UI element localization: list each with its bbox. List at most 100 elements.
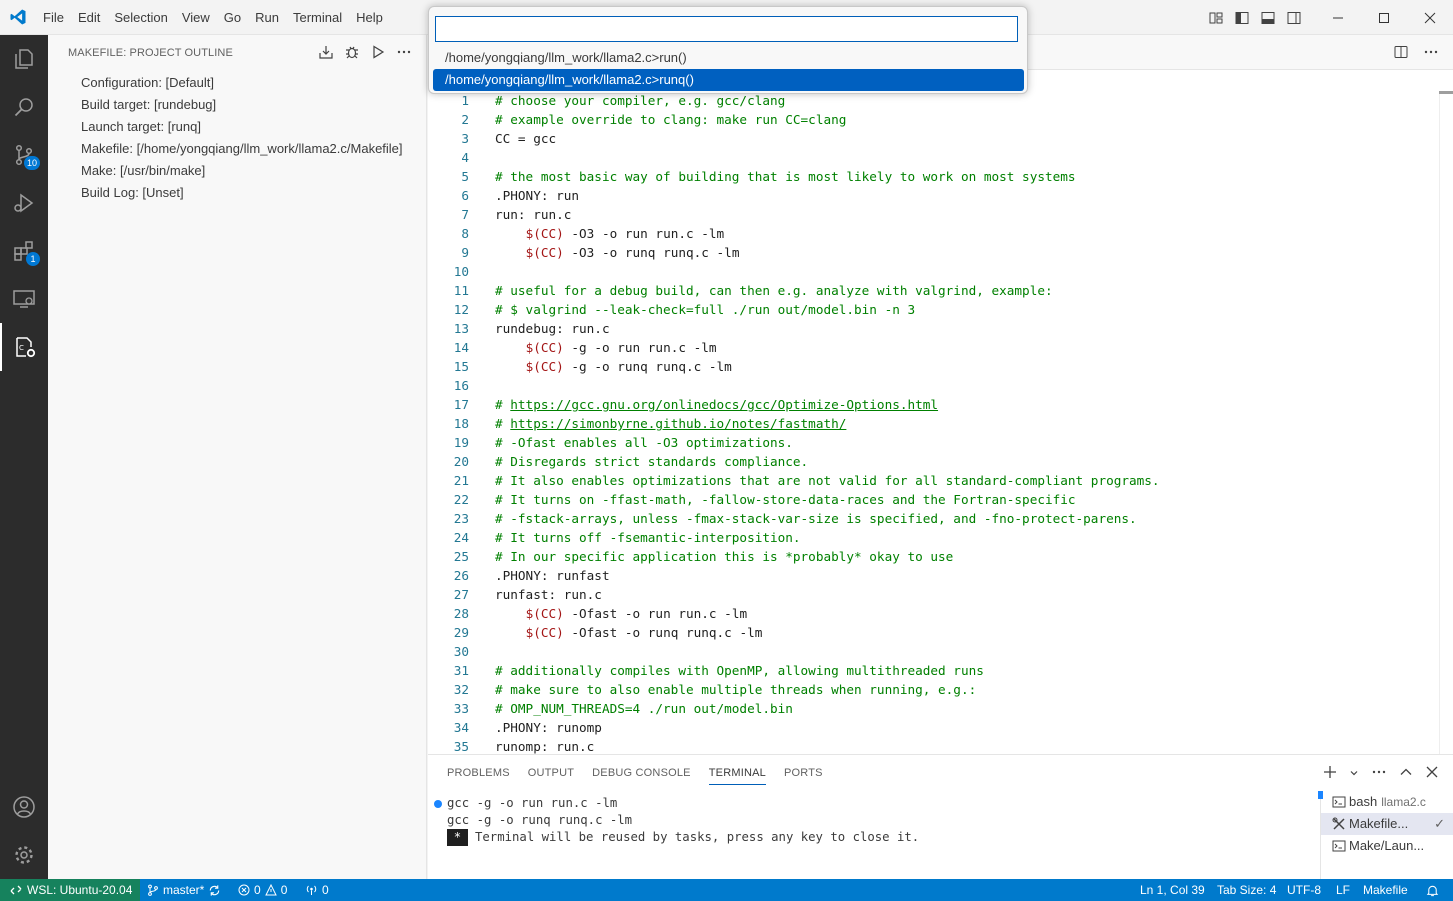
terminal-tab-makefile[interactable]: Makefile... ✓ [1321,813,1453,835]
code-line[interactable]: 26 .PHONY: runfast [428,566,1438,585]
menu-terminal[interactable]: Terminal [286,0,349,35]
makefile-tools-icon[interactable]: C [0,323,48,371]
build-icon[interactable] [318,43,334,61]
remote-explorer-icon[interactable] [0,275,48,323]
code-link[interactable]: https://simonbyrne.github.io/notes/fastm… [510,416,846,431]
code-line[interactable]: 20 # Disregards strict standards complian… [428,452,1438,471]
code-line[interactable]: 9 $(CC) -O3 -o runq runq.c -lm [428,243,1438,262]
close-panel-icon[interactable] [1425,765,1439,782]
outline-configuration[interactable]: Configuration: [Default] [48,72,426,94]
outline-launch-target[interactable]: Launch target: [runq] [48,116,426,138]
code-line[interactable]: 29 $(CC) -Ofast -o runq runq.c -lm [428,623,1438,642]
terminal-tab-make-launch[interactable]: Make/Laun... [1321,835,1453,857]
code-line[interactable]: 16 [428,376,1438,395]
chevron-down-icon[interactable] [1349,766,1359,781]
run-play-icon[interactable] [370,43,386,61]
debug-bug-icon[interactable] [344,43,360,61]
code-line[interactable]: 8 $(CC) -O3 -o run run.c -lm [428,224,1438,243]
code-link[interactable]: https://gcc.gnu.org/onlinedocs/gcc/Optim… [510,397,938,412]
terminal-output[interactable]: gcc -g -o run run.c -lm gcc -g -o runq r… [432,795,1312,846]
quick-pick-item-run[interactable]: /home/yongqiang/llm_work/llama2.c>run() [433,47,1024,69]
tab-problems[interactable]: PROBLEMS [438,755,519,791]
tab-output[interactable]: OUTPUT [519,755,583,791]
code-line[interactable]: 32 # make sure to also enable multiple th… [428,680,1438,699]
outline-makefile[interactable]: Makefile: [/home/yongqiang/llm_work/llam… [48,138,426,160]
menu-view[interactable]: View [175,0,217,35]
new-terminal-icon[interactable] [1323,765,1337,782]
code-line[interactable]: 30 [428,642,1438,661]
menu-go[interactable]: Go [217,0,248,35]
code-line[interactable]: 33 # OMP_NUM_THREADS=4 ./run out/model.bi… [428,699,1438,718]
menu-selection[interactable]: Selection [107,0,174,35]
customize-layout-icon[interactable] [1207,9,1225,27]
remote-indicator[interactable]: WSL: Ubuntu-20.04 [0,879,140,901]
code-line[interactable]: 14 $(CC) -g -o run run.c -lm [428,338,1438,357]
code-line[interactable]: 31 # additionally compiles with OpenMP, a… [428,661,1438,680]
code-line[interactable]: 34 .PHONY: runomp [428,718,1438,737]
branch-indicator[interactable]: master* [147,879,221,901]
ports-indicator[interactable]: 0 [305,879,329,901]
cursor-position[interactable]: Ln 1, Col 39 [1140,879,1205,901]
toggle-panel-icon[interactable] [1259,9,1277,27]
code-line[interactable]: 15 $(CC) -g -o runq runq.c -lm [428,357,1438,376]
notifications-bell-icon[interactable] [1426,879,1439,901]
menu-edit[interactable]: Edit [71,0,107,35]
outline-make[interactable]: Make: [/usr/bin/make] [48,160,426,182]
command-decoration-icon[interactable] [434,800,442,808]
code-line[interactable]: 10 [428,262,1438,281]
code-line[interactable]: 23 # -fstack-arrays, unless -fmax-stack-v… [428,509,1438,528]
panel-more-actions-icon[interactable] [1371,764,1387,783]
run-debug-icon[interactable] [0,179,48,227]
outline-build-target[interactable]: Build target: [rundebug] [48,94,426,116]
toggle-primary-sidebar-icon[interactable] [1233,9,1251,27]
split-editor-icon[interactable] [1393,44,1409,63]
minimize-button[interactable] [1315,0,1361,35]
quick-pick-item-runq[interactable]: /home/yongqiang/llm_work/llama2.c>runq() [433,69,1024,91]
tab-terminal[interactable]: TERMINAL [700,755,775,791]
code-line[interactable]: 17 # https://gcc.gnu.org/onlinedocs/gcc/O… [428,395,1438,414]
accounts-icon[interactable] [0,783,48,831]
code-line[interactable]: 13 rundebug: run.c [428,319,1438,338]
vscode-logo-icon[interactable] [9,8,27,26]
editor-scrollbar[interactable] [1439,91,1453,754]
problems-indicator[interactable]: 0 0 [238,879,287,901]
code-line[interactable]: 5 # the most basic way of building that i… [428,167,1438,186]
code-line[interactable]: 19 # -Ofast enables all -O3 optimizations… [428,433,1438,452]
code-line[interactable]: 12 # $ valgrind --leak-check=full ./run o… [428,300,1438,319]
extensions-icon[interactable]: 1 [0,227,48,275]
terminal-tab-bash[interactable]: bash llama2.c [1321,791,1453,813]
menu-run[interactable]: Run [248,0,286,35]
encoding[interactable]: UTF-8 [1287,879,1321,901]
maximize-panel-chevron-up-icon[interactable] [1399,765,1413,782]
code-line[interactable]: 22 # It turns on -ffast-math, -fallow-sto… [428,490,1438,509]
maximize-button[interactable] [1361,0,1407,35]
code-line[interactable]: 2 # example override to clang: make run C… [428,110,1438,129]
menu-file[interactable]: File [36,0,71,35]
more-actions-icon[interactable] [396,43,412,61]
code-line[interactable]: 24 # It turns off -fsemantic-interpositio… [428,528,1438,547]
code-line[interactable]: 28 $(CC) -Ofast -o run run.c -lm [428,604,1438,623]
outline-build-log[interactable]: Build Log: [Unset] [48,182,426,204]
close-window-button[interactable] [1407,0,1453,35]
tab-ports[interactable]: PORTS [775,755,832,791]
manage-gear-icon[interactable] [0,831,48,879]
code-line[interactable]: 7 run: run.c [428,205,1438,224]
end-of-line[interactable]: LF [1336,879,1350,901]
code-line[interactable]: 18 # https://simonbyrne.github.io/notes/f… [428,414,1438,433]
code-editor[interactable]: 1 # choose your compiler, e.g. gcc/clang 2… [428,91,1438,756]
tab-size[interactable]: Tab Size: 4 [1217,879,1276,901]
code-line[interactable]: 25 # In our specific application this is … [428,547,1438,566]
code-line[interactable]: 3 CC = gcc [428,129,1438,148]
search-icon[interactable] [0,83,48,131]
code-line[interactable]: 6 .PHONY: run [428,186,1438,205]
explorer-icon[interactable] [0,35,48,83]
source-control-icon[interactable]: 10 [0,131,48,179]
quick-pick-input[interactable] [435,16,1018,42]
language-mode[interactable]: Makefile [1363,879,1408,901]
editor-more-actions-icon[interactable] [1423,44,1439,63]
tab-debug-console[interactable]: DEBUG CONSOLE [583,755,700,791]
menu-help[interactable]: Help [349,0,390,35]
code-line[interactable]: 11 # useful for a debug build, can then e… [428,281,1438,300]
code-line[interactable]: 4 [428,148,1438,167]
code-line[interactable]: 27 runfast: run.c [428,585,1438,604]
